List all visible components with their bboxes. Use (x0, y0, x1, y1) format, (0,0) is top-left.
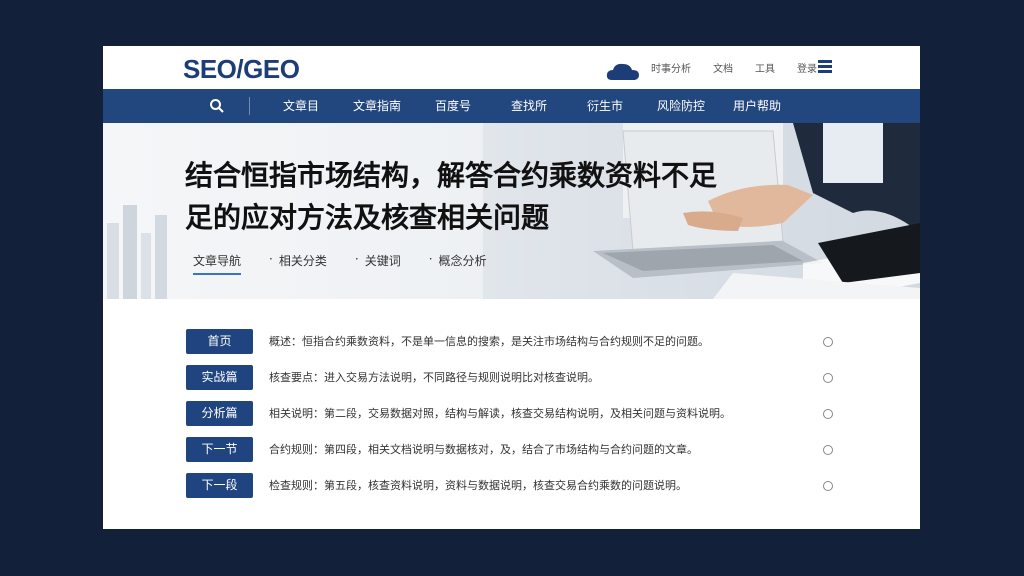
nav-item[interactable]: 文章目 (263, 89, 339, 123)
list-item-text: 合约规则：第四段，相关文档说明与数据核对，及，结合了市场结构与合约问题的文章。 (269, 443, 698, 456)
section-tag-button[interactable]: 分析篇 (186, 401, 253, 426)
content-list: 首页 概述：恒指合约乘数资料，不是单一信息的搜索，是关注市场结构与合约规则不足的… (186, 329, 836, 509)
hero-banner: 结合恒指市场结构，解答合约乘数资料不足 足的应对方法及核查相关问题 文章导航 ·… (103, 123, 920, 299)
radio-button[interactable] (823, 445, 833, 455)
section-tag-button[interactable]: 实战篇 (186, 365, 253, 390)
hero-link[interactable]: 文章导航 (193, 252, 242, 275)
hero-link[interactable]: 相关分类 (279, 252, 327, 275)
section-tag-button[interactable]: 下一节 (186, 437, 253, 462)
nav-item[interactable]: 用户帮助 (719, 89, 795, 123)
nav-item[interactable]: 查找所 (491, 89, 567, 123)
section-tag-button[interactable]: 首页 (186, 329, 253, 354)
nav-item[interactable]: 文章指南 (339, 89, 415, 123)
city-skyline-image (107, 205, 167, 299)
radio-button[interactable] (823, 337, 833, 347)
list-item: 实战篇 核查要点：进入交易方法说明，不同路径与规则说明比对核查说明。 (186, 365, 836, 401)
list-item-text: 核查要点：进入交易方法说明，不同路径与规则说明比对核查说明。 (269, 371, 599, 384)
nav-item[interactable]: 风险防控 (643, 89, 719, 123)
hero-link[interactable]: 关键词 (365, 252, 401, 275)
hero-links: 文章导航 · 相关分类 · 关键词 · 概念分析 (193, 252, 487, 275)
radio-button[interactable] (823, 481, 833, 491)
list-item-text: 相关说明：第二段，交易数据对照，结构与解读，核查交易结构说明，及相关问题与资料说… (269, 407, 731, 420)
search-icon[interactable] (209, 98, 225, 114)
bullet-icon: · (428, 252, 433, 266)
radio-button[interactable] (823, 409, 833, 419)
nav-divider (249, 97, 250, 115)
hero-title-line: 结合恒指市场结构，解答合约乘数资料不足 (185, 159, 718, 192)
hero-link[interactable]: 概念分析 (439, 252, 487, 275)
cloud-icon[interactable] (606, 61, 640, 81)
section-tag-button[interactable]: 下一段 (186, 473, 253, 498)
main-nav: 文章目 文章指南 百度号 查找所 衍生市 风险防控 用户帮助 (103, 89, 920, 123)
bullet-icon: · (354, 252, 359, 266)
menu-icon[interactable] (818, 60, 832, 74)
page-frame: SEO/GEO 时事分析 文档 工具 登录 文章目 文章指南 百度号 查找所 衍… (103, 46, 920, 529)
nav-items: 文章目 文章指南 百度号 查找所 衍生市 风险防控 用户帮助 (263, 89, 795, 123)
list-item-text: 概述：恒指合约乘数资料，不是单一信息的搜索，是关注市场结构与合约规则不足的问题。 (269, 335, 709, 348)
hero-title: 结合恒指市场结构，解答合约乘数资料不足 足的应对方法及核查相关问题 (185, 155, 785, 239)
radio-button[interactable] (823, 373, 833, 383)
list-item: 下一节 合约规则：第四段，相关文档说明与数据核对，及，结合了市场结构与合约问题的… (186, 437, 836, 473)
top-links: 时事分析 文档 工具 登录 (651, 60, 817, 75)
list-item: 分析篇 相关说明：第二段，交易数据对照，结构与解读，核查交易结构说明，及相关问题… (186, 401, 836, 437)
nav-item[interactable]: 百度号 (415, 89, 491, 123)
hero-title-line: 足的应对方法及核查相关问题 (185, 201, 550, 234)
site-logo[interactable]: SEO/GEO (183, 54, 300, 85)
nav-item[interactable]: 衍生市 (567, 89, 643, 123)
top-link[interactable]: 文档 (713, 60, 733, 75)
bullet-icon: · (269, 252, 273, 266)
top-bar: SEO/GEO 时事分析 文档 工具 登录 (103, 46, 920, 89)
list-item-text: 检查规则：第五段，核查资料说明，资料与数据说明，核查交易合约乘数的问题说明。 (269, 479, 687, 492)
list-item: 下一段 检查规则：第五段，核查资料说明，资料与数据说明，核查交易合约乘数的问题说… (186, 473, 836, 509)
list-item: 首页 概述：恒指合约乘数资料，不是单一信息的搜索，是关注市场结构与合约规则不足的… (186, 329, 836, 365)
top-link[interactable]: 工具 (755, 60, 775, 75)
top-link[interactable]: 登录 (797, 60, 817, 75)
top-link[interactable]: 时事分析 (651, 60, 691, 75)
